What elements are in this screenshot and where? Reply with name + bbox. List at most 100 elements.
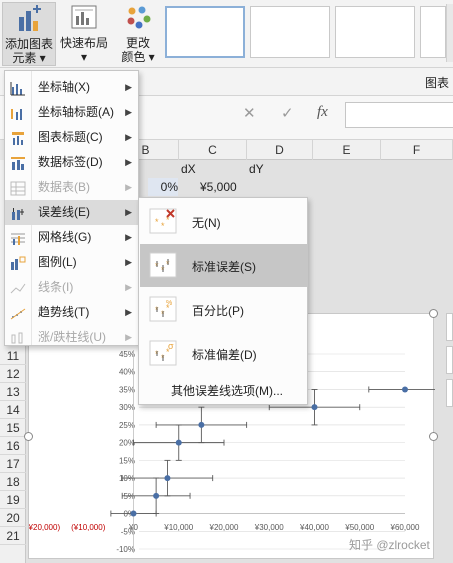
menu-item-axes[interactable]: 坐标轴(X) ▶ xyxy=(5,75,138,100)
error-bars-standard-deviation-icon: ***σ xyxy=(149,340,177,366)
submenu-arrow-icon: ▶ xyxy=(125,82,132,92)
error-bar-option-standard-deviation[interactable]: ***σ 标准偏差(D) xyxy=(140,332,307,375)
y-tick-label: 35% xyxy=(119,385,135,394)
chart-style-2[interactable] xyxy=(250,6,330,58)
quick-layout-icon xyxy=(68,2,100,34)
gridlines-icon xyxy=(10,230,26,245)
x-tick-label: ¥60,000 xyxy=(390,523,420,532)
chart-style-1[interactable] xyxy=(165,6,245,58)
data-point xyxy=(175,439,182,446)
menu-item-label: 误差线(E) xyxy=(38,205,90,219)
menu-item-error-bars[interactable]: 误差线(E) ▶ xyxy=(5,200,138,225)
svg-text:*: * xyxy=(155,217,159,227)
y-tick-label: -10% xyxy=(116,545,135,554)
submenu-arrow-icon: ▶ xyxy=(125,257,132,267)
error-bars-none-icon: * * * xyxy=(149,208,177,234)
chart-style-3[interactable] xyxy=(335,6,415,58)
svg-text:%: % xyxy=(166,300,172,307)
row-header-13[interactable]: 13 xyxy=(0,383,26,401)
cell-d1[interactable]: dY xyxy=(249,160,264,178)
cell-c1[interactable]: dX xyxy=(181,160,196,178)
chart-resize-handle-tr[interactable] xyxy=(429,309,438,318)
x-tick-label: ¥50,000 xyxy=(344,523,374,532)
chart-resize-handle-ml[interactable] xyxy=(24,432,33,441)
error-bar-option-percentage[interactable]: ***% 百分比(P) xyxy=(140,288,307,331)
row-header-21[interactable]: 21 xyxy=(0,527,26,545)
data-table-icon xyxy=(10,180,26,196)
menu-item-label: 网格线(G) xyxy=(38,230,92,244)
quick-layout-label-2: ▾ xyxy=(80,50,88,64)
menu-item-label: 图表标题(C) xyxy=(38,130,103,144)
insert-function-icon[interactable]: fx xyxy=(317,104,328,121)
submenu-arrow-icon: ▶ xyxy=(125,207,132,217)
row-header-16[interactable]: 16 xyxy=(0,437,26,455)
menu-item-data-labels[interactable]: 数据标签(D) ▶ xyxy=(5,150,138,175)
submenu-arrow-icon: ▶ xyxy=(125,232,132,242)
change-colors-label-1: 更改 xyxy=(125,36,150,50)
confirm-entry-icon[interactable]: ✓ xyxy=(281,104,294,122)
error-bar-option-label: 标准偏差(D) xyxy=(192,348,257,362)
row-header-14[interactable]: 14 xyxy=(0,401,26,419)
add-chart-element-menu: 坐标轴(X) ▶ 坐标轴标题(A) ▶ 图表标题(C) ▶ 数据标签(D) ▶ 数据表(B) ▶ 误… xyxy=(4,70,139,346)
error-bars-icon xyxy=(10,205,26,220)
menu-item-trendline[interactable]: 趋势线(T) ▶ xyxy=(5,300,138,325)
submenu-arrow-icon: ▶ xyxy=(125,182,132,192)
error-bars-standard-error-icon: *** xyxy=(149,252,177,278)
row-header-19[interactable]: 19 xyxy=(0,491,26,509)
x-tick-label: ¥20,000 xyxy=(209,523,239,532)
watermark: 知乎 @zlrocket xyxy=(349,538,430,552)
formula-input[interactable] xyxy=(345,102,453,128)
chart-filters-side-button[interactable] xyxy=(446,379,453,407)
add-chart-element-button[interactable]: 添加图表 元素 ▾ xyxy=(2,2,56,66)
cell-b2[interactable]: 0% xyxy=(148,178,178,196)
row-header-15[interactable]: 15 xyxy=(0,419,26,437)
cell-c2[interactable]: ¥5,000 xyxy=(200,178,237,196)
error-bars-percentage-icon: ***% xyxy=(149,296,177,322)
row-header-18[interactable]: 18 xyxy=(0,473,26,491)
menu-item-axis-title[interactable]: 坐标轴标题(A) ▶ xyxy=(5,100,138,125)
menu-item-data-table: 数据表(B) ▶ xyxy=(5,175,138,200)
menu-item-label: 数据表(B) xyxy=(38,180,90,194)
column-header-e[interactable]: E xyxy=(313,140,381,160)
menu-item-legend[interactable]: 图例(L) ▶ xyxy=(5,250,138,275)
menu-item-label: 图例(L) xyxy=(38,255,77,269)
y-tick-label: 45% xyxy=(119,350,135,359)
data-point xyxy=(164,475,171,482)
row-header-17[interactable]: 17 xyxy=(0,455,26,473)
y-tick-label: 40% xyxy=(119,368,135,377)
change-colors-button[interactable]: 更改 颜色 ▾ xyxy=(116,2,160,66)
menu-item-chart-title[interactable]: 图表标题(C) ▶ xyxy=(5,125,138,150)
y-tick-label: 10% xyxy=(119,474,135,483)
x-tick-label: ¥30,000 xyxy=(254,523,284,532)
add-chart-element-label-2: 元素 ▾ xyxy=(12,51,46,65)
chart-style-4[interactable] xyxy=(420,6,446,58)
error-bar-option-none[interactable]: * * * 无(N) xyxy=(140,200,307,243)
error-bar-option-standard-error[interactable]: *** 标准误差(S) xyxy=(140,244,307,287)
chart-design-ribbon: 添加图表 元素 ▾ 快速布局 ▾ 更改 颜色 ▾ xyxy=(0,0,453,68)
column-header-f[interactable]: F xyxy=(381,140,453,160)
menu-item-label: 涨/跌柱线(U) xyxy=(38,330,106,344)
y-tick-label: 30% xyxy=(119,403,135,412)
cancel-entry-icon[interactable]: ✕ xyxy=(243,104,256,122)
lines-icon xyxy=(10,280,26,295)
chart-title-icon xyxy=(10,130,26,145)
column-header-c[interactable]: C xyxy=(179,140,247,160)
x-tick-label: (¥10,000) xyxy=(71,523,106,532)
axes-icon xyxy=(10,80,26,96)
row-header-12[interactable]: 12 xyxy=(0,365,26,383)
menu-item-gridlines[interactable]: 网格线(G) ▶ xyxy=(5,225,138,250)
submenu-arrow-icon: ▶ xyxy=(125,332,132,342)
chart-styles-side-button[interactable] xyxy=(446,346,453,374)
submenu-arrow-icon: ▶ xyxy=(125,107,132,117)
more-error-bar-options[interactable]: 其他误差线选项(M)... xyxy=(171,382,283,399)
quick-layout-button[interactable]: 快速布局 ▾ xyxy=(58,2,110,66)
row-header-20[interactable]: 20 xyxy=(0,509,26,527)
submenu-arrow-icon: ▶ xyxy=(125,132,132,142)
chart-elements-side-button[interactable] xyxy=(446,313,453,341)
data-point xyxy=(130,510,137,517)
chart-resize-handle-mr[interactable] xyxy=(429,432,438,441)
data-point xyxy=(311,404,318,411)
column-header-d[interactable]: D xyxy=(247,140,313,160)
styles-gallery-scroll[interactable] xyxy=(446,4,453,62)
add-chart-element-label-1: 添加图表 xyxy=(4,37,53,51)
